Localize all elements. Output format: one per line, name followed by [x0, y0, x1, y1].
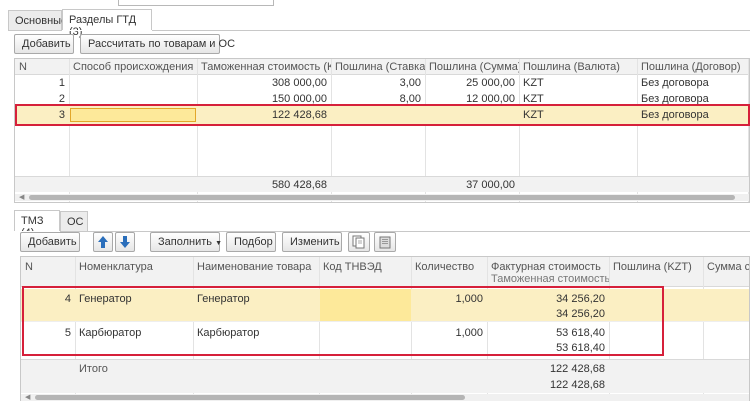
scrollbar-thumb[interactable] [29, 195, 735, 200]
arrow-up-icon [98, 236, 108, 248]
tab-main-label: Основные [15, 15, 68, 27]
col-tnved-code[interactable]: Код ТНВЭД [319, 259, 411, 275]
total-customs-value: 580 428,68 [271, 179, 327, 191]
col-duty-rate[interactable]: Пошлина (Ставка) [331, 59, 425, 75]
col-product-name[interactable]: Наименование товара [193, 259, 319, 275]
calculate-button[interactable]: Рассчитать по товарам и ОС [80, 34, 235, 54]
cropped-top-input[interactable] [118, 0, 274, 6]
copy-button[interactable] [348, 232, 370, 252]
table-footer: Итого 122 428,68 122 428,68 [21, 359, 749, 393]
cropped-top-field-label [8, 0, 116, 5]
scroll-left-icon[interactable]: ◀ [19, 193, 24, 201]
col-n[interactable]: N [15, 59, 69, 75]
cell-duty-amount: 25 000,00 [466, 77, 515, 89]
total-invoice-value: 122 428,68 [549, 363, 605, 375]
cell-duty-currency: KZT [523, 77, 544, 89]
annotation-highlight-row [15, 104, 750, 126]
tab-gtd-sections[interactable]: Разделы ГТД (3) [62, 9, 152, 38]
total-customs-value: 122 428,68 [549, 379, 605, 391]
total-label: Итого [79, 363, 108, 375]
copy-icon [352, 235, 365, 249]
move-down-button[interactable] [115, 232, 135, 252]
arrow-down-icon [120, 236, 130, 248]
tab-main[interactable]: Основные [8, 10, 67, 31]
chevron-down-icon: ▼ [215, 240, 223, 247]
tab-tmz[interactable]: ТМЗ (4) [14, 210, 60, 239]
select-button[interactable]: Подбор [226, 232, 276, 252]
col-n[interactable]: N [21, 259, 75, 275]
col-duty-contract[interactable]: Пошлина (Договор) [637, 59, 749, 75]
add-button[interactable]: Добавить [14, 34, 74, 54]
cell-customs-value: 308 000,00 [271, 77, 327, 89]
table-footer: 580 428,68 37 000,00 [15, 176, 749, 192]
total-duty-amount: 37 000,00 [466, 179, 515, 191]
calculate-button-label: Рассчитать по товарам и ОС [88, 38, 236, 50]
col-nomenclature[interactable]: Номенклатура [75, 259, 193, 275]
cell-n: 1 [58, 77, 65, 89]
horizontal-scrollbar[interactable]: ◀ [15, 193, 749, 201]
col-customs-value[interactable]: Таможенная стоимость [487, 271, 609, 285]
tab-os-label: ОС [67, 216, 84, 228]
add-button-label: Добавить [22, 38, 71, 50]
col-duty-amount[interactable]: Пошлина (Сумма) [425, 59, 519, 75]
cell-duty-contract: Без договора [641, 77, 709, 89]
col-quantity[interactable]: Количество [411, 259, 487, 275]
add-item-button-label: Добавить [28, 236, 77, 248]
fill-dropdown-button[interactable]: Заполнить ▼ [150, 232, 223, 252]
cell-duty-rate: 3,00 [399, 77, 421, 89]
paste-icon [379, 236, 391, 249]
select-button-label: Подбор [234, 236, 273, 248]
tab-os[interactable]: ОС [60, 211, 88, 232]
col-fee-amount[interactable]: Сумма сбо [703, 259, 749, 275]
paste-button[interactable] [374, 232, 396, 252]
col-duty-kzt[interactable]: Пошлина (KZT) [609, 259, 703, 275]
col-duty-currency[interactable]: Пошлина (Валюта) [519, 59, 637, 75]
add-item-button[interactable]: Добавить [20, 232, 80, 252]
annotation-highlight-rows [22, 286, 664, 356]
edit-button-label: Изменить [290, 236, 340, 248]
horizontal-scrollbar[interactable]: ◀ [21, 393, 749, 401]
edit-button[interactable]: Изменить [282, 232, 342, 252]
scrollbar-thumb[interactable] [35, 395, 465, 400]
fill-button-label: Заполнить [158, 236, 213, 248]
col-customs-value[interactable]: Таможенная стоимость (KZT) [197, 59, 331, 75]
scroll-left-icon[interactable]: ◀ [25, 393, 30, 401]
gtd-sections-table[interactable]: N Способ происхождения Таможенная стоимо… [14, 58, 750, 203]
move-up-button[interactable] [93, 232, 113, 252]
table-row[interactable]: 1 308 000,00 3,00 25 000,00 KZT Без дого… [15, 76, 749, 90]
col-origin[interactable]: Способ происхождения [69, 59, 197, 75]
